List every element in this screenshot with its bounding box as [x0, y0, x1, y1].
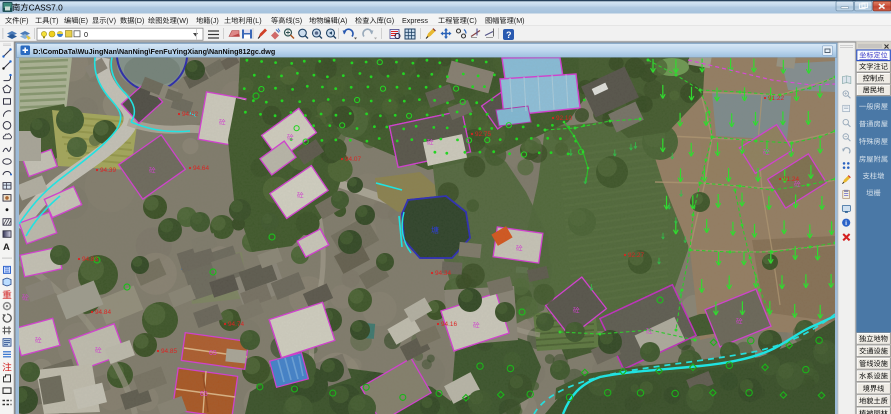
svg-text:(J): (J)	[210, 16, 218, 25]
svg-text:0: 0	[84, 30, 88, 39]
svg-text:(T): (T)	[49, 16, 58, 25]
svg-text:(W): (W)	[177, 16, 189, 25]
svg-text:(L): (L)	[253, 16, 262, 25]
svg-text:(G): (G)	[384, 16, 394, 25]
svg-text:Express: Express	[402, 16, 428, 25]
svg-text:(V): (V)	[106, 16, 116, 25]
svg-text:(D): (D)	[134, 16, 144, 25]
svg-text:D:\ComDaTa\WuJingNan\NanNing\F: D:\ComDaTa\WuJingNan\NanNing\FenFuYingXi…	[33, 47, 275, 56]
svg-text:(C): (C)	[467, 16, 477, 25]
svg-text:(M): (M)	[514, 16, 525, 25]
svg-text:(A): (A)	[338, 16, 348, 25]
svg-text:(E): (E)	[78, 16, 88, 25]
svg-text:i: i	[845, 220, 847, 227]
svg-text:A: A	[3, 242, 10, 253]
svg-text:?: ?	[506, 30, 512, 40]
svg-text:CASS7.0: CASS7.0	[29, 2, 64, 12]
svg-text:(S): (S)	[293, 16, 303, 25]
svg-text:(F): (F)	[19, 16, 28, 25]
